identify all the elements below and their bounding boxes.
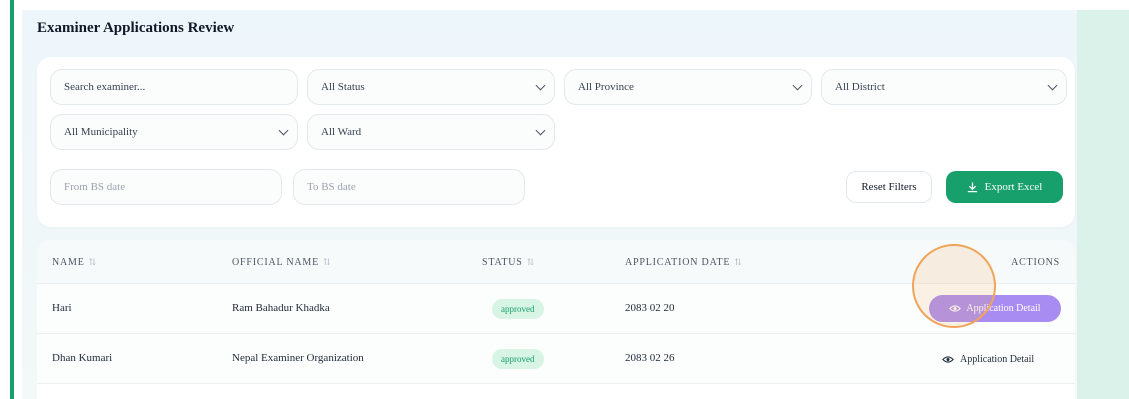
reset-filters-label: Reset Filters bbox=[861, 181, 917, 193]
ward-select-value: All Ward bbox=[321, 126, 362, 138]
column-header-application-date[interactable]: APPLICATION DATE ⇅ bbox=[625, 257, 743, 268]
right-side-panel bbox=[1077, 10, 1129, 399]
column-header-label: ACTIONS bbox=[1011, 257, 1060, 268]
main-content: Examiner Applications Review Search exam… bbox=[22, 10, 1077, 399]
application-detail-button[interactable]: Application Detail bbox=[942, 348, 1034, 370]
cell-application-date: 2083 02 26 bbox=[625, 352, 675, 364]
application-detail-label: Application Detail bbox=[960, 353, 1035, 365]
search-placeholder: Search examiner... bbox=[64, 81, 146, 93]
chevron-down-icon bbox=[792, 80, 803, 90]
cell-official-name: Nepal Examiner Organization bbox=[232, 352, 364, 364]
district-select[interactable]: All District bbox=[821, 69, 1067, 105]
chevron-down-icon bbox=[535, 80, 546, 90]
to-date-placeholder: To BS date bbox=[307, 181, 356, 193]
column-header-name[interactable]: NAME ⇅ bbox=[52, 257, 97, 268]
cell-name: Dhan Kumari bbox=[52, 352, 113, 364]
to-date-input[interactable]: To BS date bbox=[293, 169, 525, 205]
export-excel-label: Export Excel bbox=[984, 181, 1043, 193]
status-badge: approved bbox=[492, 299, 544, 319]
export-excel-button[interactable]: Export Excel bbox=[946, 171, 1063, 203]
column-header-official-name[interactable]: OFFICIAL NAME ⇅ bbox=[232, 257, 331, 268]
cell-name: Hari bbox=[52, 302, 72, 314]
eye-icon bbox=[942, 355, 954, 363]
column-header-actions: ACTIONS bbox=[1011, 257, 1060, 268]
cell-official-name: Ram Bahadur Khadka bbox=[232, 302, 330, 314]
column-header-label: OFFICIAL NAME bbox=[232, 257, 319, 268]
province-select[interactable]: All Province bbox=[564, 69, 812, 105]
sort-icon: ⇅ bbox=[88, 257, 97, 267]
page-title: Examiner Applications Review bbox=[37, 20, 235, 36]
column-header-label: APPLICATION DATE bbox=[625, 257, 731, 268]
ward-select[interactable]: All Ward bbox=[307, 114, 555, 150]
sort-icon: ⇅ bbox=[734, 257, 743, 267]
search-input[interactable]: Search examiner... bbox=[50, 69, 298, 105]
chevron-down-icon bbox=[278, 125, 289, 135]
chevron-down-icon bbox=[535, 125, 546, 135]
district-select-value: All District bbox=[835, 81, 885, 93]
column-header-status[interactable]: STATUS ⇅ bbox=[482, 257, 535, 268]
cursor-highlight bbox=[912, 244, 996, 328]
column-header-label: STATUS bbox=[482, 257, 523, 268]
filter-panel: Search examiner... All Status All Provin… bbox=[37, 57, 1075, 227]
table-row: Dhan Kumari Nepal Examiner Organization … bbox=[37, 334, 1075, 384]
cell-application-date: 2083 02 20 bbox=[625, 302, 675, 314]
municipality-select-value: All Municipality bbox=[64, 126, 138, 138]
column-header-label: NAME bbox=[52, 257, 85, 268]
municipality-select[interactable]: All Municipality bbox=[50, 114, 298, 150]
status-select[interactable]: All Status bbox=[307, 69, 555, 105]
chevron-down-icon bbox=[1047, 80, 1058, 90]
from-date-placeholder: From BS date bbox=[64, 181, 126, 193]
status-badge: approved bbox=[492, 349, 544, 369]
from-date-input[interactable]: From BS date bbox=[50, 169, 282, 205]
province-select-value: All Province bbox=[578, 81, 634, 93]
reset-filters-button[interactable]: Reset Filters bbox=[846, 171, 932, 203]
status-select-value: All Status bbox=[321, 81, 365, 93]
download-icon bbox=[967, 181, 977, 192]
sort-icon: ⇅ bbox=[322, 257, 332, 267]
sort-icon: ⇅ bbox=[526, 257, 536, 267]
left-accent-bar bbox=[10, 0, 14, 399]
